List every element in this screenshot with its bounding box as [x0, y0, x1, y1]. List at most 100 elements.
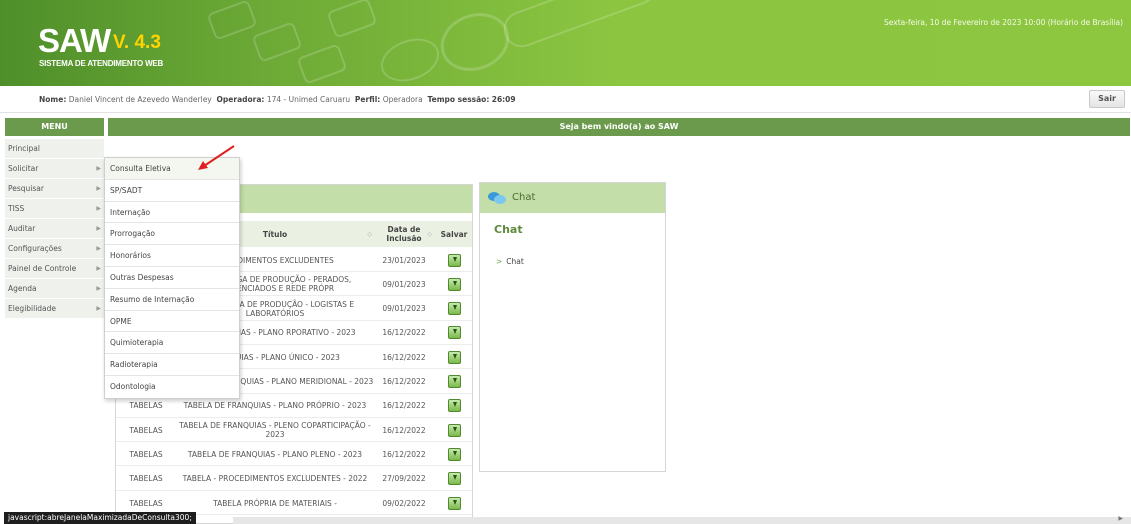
cell-data-inclusao: 23/01/2023 — [382, 255, 426, 265]
perfil-label: Perfil: — [354, 95, 381, 104]
cell-salvar — [434, 394, 472, 418]
chat-link[interactable]: > Chat — [496, 257, 524, 266]
sidebar-item-elegibilidade[interactable]: Elegibilidade ▶ — [5, 299, 104, 319]
chevron-right-icon: ▶ — [96, 285, 101, 292]
sidebar-item-painel-de-controle[interactable]: Painel de Controle ▶ — [5, 259, 104, 279]
cell-salvar — [434, 272, 472, 296]
download-icon[interactable] — [447, 472, 461, 486]
table-row: TABELAS TABELA DE FRANQUIAS - PLANO PLENO… — [116, 442, 472, 467]
sort-icon: ◇ — [427, 230, 432, 238]
sidebar-item-principal[interactable]: Principal — [5, 139, 104, 159]
cell-salvar — [434, 491, 472, 515]
banner-decoration — [432, 3, 518, 81]
submenu-item-radioterapia[interactable]: Radioterapia — [105, 354, 239, 376]
sidebar-item-auditar[interactable]: Auditar ▶ — [5, 219, 104, 239]
chat-heading: Chat — [494, 223, 523, 236]
download-icon[interactable] — [447, 302, 461, 316]
banner-decoration — [498, 0, 662, 53]
sidebar-item-solicitar[interactable]: Solicitar ▶ — [5, 159, 104, 179]
session-info: Nome: Daniel Vincent de Azevedo Wanderle… — [39, 95, 516, 104]
submenu-item-internacao[interactable]: Internação — [105, 201, 239, 224]
chevron-right-icon: ▶ — [96, 245, 101, 252]
session-info-bar: Nome: Daniel Vincent de Azevedo Wanderle… — [0, 86, 1131, 113]
download-icon[interactable] — [447, 326, 461, 340]
download-icon[interactable] — [447, 350, 461, 364]
sidebar-item-label: Elegibilidade — [8, 304, 57, 313]
submenu-item-outras-despesas[interactable]: Outras Despesas — [105, 266, 239, 289]
sidebar-item-configuracoes[interactable]: Configurações ▶ — [5, 239, 104, 259]
cell-data-inclusao: 16/12/2022 — [382, 401, 426, 411]
cell-data-inclusao: 16/12/2022 — [382, 328, 426, 338]
column-header-data[interactable]: Data de Inclusão ◇ — [374, 221, 434, 247]
cell-salvar — [434, 370, 472, 394]
sidebar-item-tiss[interactable]: TISS ▶ — [5, 199, 104, 219]
sidebar-item-pesquisar[interactable]: Pesquisar ▶ — [5, 179, 104, 199]
sidebar-item-label: Solicitar — [8, 164, 39, 173]
sidebar-item-label: Pesquisar — [8, 184, 44, 193]
chevron-right-icon: ▶ — [96, 185, 101, 192]
chevron-right-icon: ▶ — [96, 265, 101, 272]
submenu-item-honorarios[interactable]: Honorários — [105, 245, 239, 267]
table-row: TABELAS TABELA DE FRANQUIAS - PLENO COPAR… — [116, 418, 472, 443]
download-icon[interactable] — [447, 375, 461, 388]
table-row: TABELAS TABELA - PROCEDIMENTOS EXCLUDENTE… — [116, 467, 472, 491]
chat-link-label: Chat — [506, 257, 524, 266]
sidebar-item-agenda[interactable]: Agenda ▶ — [5, 279, 104, 299]
sidebar-item-label: Configurações — [8, 244, 62, 253]
nome-value: Daniel Vincent de Azevedo Wanderley — [68, 95, 212, 104]
cell-salvar — [434, 248, 472, 272]
cell-tipo: TABELAS — [129, 474, 163, 484]
submenu-item-quimioterapia[interactable]: Quimioterapia — [105, 332, 239, 355]
sidebar-item-label: TISS — [8, 204, 25, 213]
cell-salvar — [434, 345, 472, 369]
red-arrow-annotation-icon — [198, 145, 235, 170]
menu-header: MENU — [5, 118, 104, 136]
scroll-right-icon[interactable]: ▶ — [1118, 515, 1123, 522]
cell-data-inclusao: 09/01/2023 — [382, 279, 426, 289]
sidebar-item-label: Painel de Controle — [8, 264, 77, 273]
perfil-value: Operadora — [382, 95, 423, 104]
submenu-item-prorrogacao[interactable]: Prorrogação — [105, 223, 239, 246]
download-icon[interactable] — [447, 496, 461, 510]
logo-title: SAW — [38, 22, 111, 59]
sidebar-menu: Principal Solicitar ▶ Pesquisar ▶ TISS ▶ Au… — [5, 139, 104, 319]
operadora-label: Operadora: — [216, 95, 265, 104]
cell-titulo: TABELA PRÓPRIA DE MATERIAIS - — [213, 498, 337, 508]
cell-data-inclusao: 16/12/2022 — [382, 449, 426, 459]
solicitar-submenu: Consulta Eletiva SP/SADT Internação Pror… — [104, 157, 240, 399]
header-banner: SAW V. 4.3 SISTEMA DE ATENDIMENTO WEB Se… — [0, 0, 1131, 86]
download-icon[interactable] — [447, 253, 461, 267]
submenu-item-odontologia[interactable]: Odontologia — [105, 375, 239, 398]
submenu-item-sp-sadt[interactable]: SP/SADT — [105, 179, 239, 202]
banner-decoration — [251, 21, 303, 63]
browser-status-bar: javascript:abreJanelaMaximizadaDeConsult… — [4, 512, 196, 524]
submenu-item-opme[interactable]: OPME — [105, 310, 239, 333]
chat-panel: Chat Chat > Chat — [479, 182, 666, 472]
download-icon[interactable] — [447, 399, 461, 413]
submenu-item-resumo-internacao[interactable]: Resumo de Internação — [105, 288, 239, 311]
sessao-value: 26:09 — [491, 95, 516, 104]
download-icon[interactable] — [447, 447, 461, 461]
cell-salvar — [434, 297, 472, 321]
logo-version: V. 4.3 — [113, 32, 161, 53]
chevron-right-icon: ▶ — [96, 205, 101, 212]
sessao-label: Tempo sessão: — [427, 95, 490, 104]
nome-label: Nome: — [39, 95, 67, 104]
logout-button[interactable]: Sair — [1089, 90, 1125, 108]
column-header-salvar: Salvar — [434, 221, 472, 247]
download-icon[interactable] — [447, 423, 461, 437]
chat-panel-header: Chat — [480, 183, 665, 213]
download-icon[interactable] — [447, 277, 461, 291]
cell-tipo: TABELAS — [129, 449, 163, 459]
horizontal-scrollbar[interactable]: ▶ — [233, 515, 1131, 524]
cell-salvar — [434, 321, 472, 345]
chat-panel-title: Chat — [512, 192, 536, 203]
column-header-label: Data de Inclusão — [386, 225, 422, 243]
operadora-value: 174 - Unimed Caruaru — [266, 95, 351, 104]
cell-data-inclusao: 09/02/2022 — [382, 498, 426, 508]
logo-subtitle: SISTEMA DE ATENDIMENTO WEB — [39, 59, 164, 68]
chevron-right-icon: > — [496, 257, 503, 266]
cell-titulo: TABELA - PROCEDIMENTOS EXCLUDENTES - 202… — [182, 474, 368, 484]
cell-salvar — [434, 467, 472, 491]
cell-data-inclusao: 09/01/2023 — [382, 304, 426, 314]
